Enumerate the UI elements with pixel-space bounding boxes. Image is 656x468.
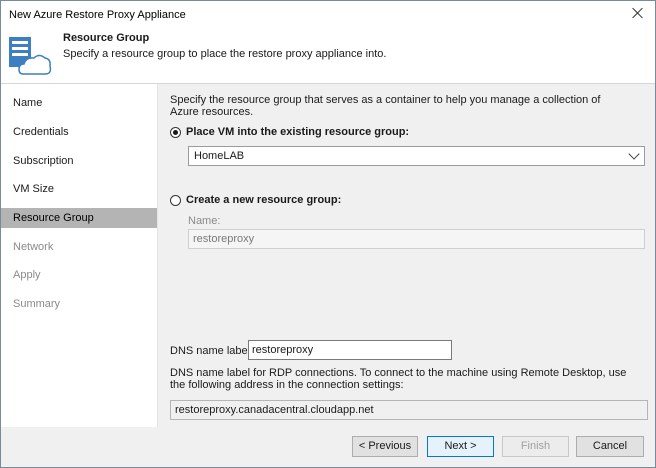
existing-group-value: HomeLAB	[194, 150, 245, 162]
next-button[interactable]: Next >	[427, 436, 494, 457]
previous-button[interactable]: < Previous	[352, 436, 418, 457]
new-group-name-label: Name:	[188, 215, 221, 227]
step-summary: Summary	[13, 298, 61, 310]
dns-name-label: DNS name label:	[170, 345, 254, 357]
chevron-down-icon	[628, 148, 640, 160]
step-description: Specify the resource group that serves a…	[170, 94, 601, 118]
step-credentials[interactable]: Credentials	[1, 122, 157, 142]
page-subtitle: Specify a resource group to place the re…	[63, 48, 387, 60]
existing-group-select[interactable]: HomeLAB	[188, 146, 645, 166]
step-apply: Apply	[13, 269, 41, 281]
rdp-address-field: restoreproxy.canadacentral.cloudapp.net	[170, 400, 648, 420]
dns-name-field[interactable]: restoreproxy	[248, 340, 452, 360]
step-network: Network	[13, 241, 54, 253]
close-icon[interactable]	[631, 6, 645, 20]
page-title: Resource Group	[63, 32, 150, 44]
wizard-footer: < Previous Next > Finish Cancel	[1, 427, 655, 467]
step-content: Specify the resource group that serves a…	[158, 84, 655, 427]
new-group-name-value: restoreproxy	[193, 233, 255, 245]
existing-group-label[interactable]: Place VM into the existing resource grou…	[186, 126, 409, 138]
new-group-name-field: restoreproxy	[188, 229, 645, 249]
cancel-button[interactable]: Cancel	[576, 436, 644, 457]
step-vm-size[interactable]: VM Size	[1, 179, 157, 199]
window-title: New Azure Restore Proxy Appliance	[9, 9, 186, 21]
step-name[interactable]: Name	[1, 93, 157, 113]
rdp-address-value: restoreproxy.canadacentral.cloudapp.net	[175, 404, 374, 416]
dns-description: DNS name label for RDP connections. To c…	[170, 367, 627, 391]
wizard-header: Resource Group Specify a resource group …	[1, 29, 655, 84]
wizard-steps: Name Credentials Subscription VM Size Re…	[1, 84, 158, 427]
server-cloud-icon	[9, 37, 52, 75]
new-group-radio[interactable]	[170, 195, 181, 206]
existing-group-radio[interactable]	[170, 127, 181, 138]
step-subscription[interactable]: Subscription	[1, 151, 157, 171]
title-bar: New Azure Restore Proxy Appliance	[1, 1, 655, 29]
step-resource-group[interactable]: Resource Group	[1, 208, 157, 228]
finish-button: Finish	[502, 436, 569, 457]
new-group-label[interactable]: Create a new resource group:	[186, 194, 341, 206]
wizard-window: New Azure Restore Proxy Appliance Resour…	[0, 0, 656, 468]
dns-name-value: restoreproxy	[252, 344, 314, 356]
